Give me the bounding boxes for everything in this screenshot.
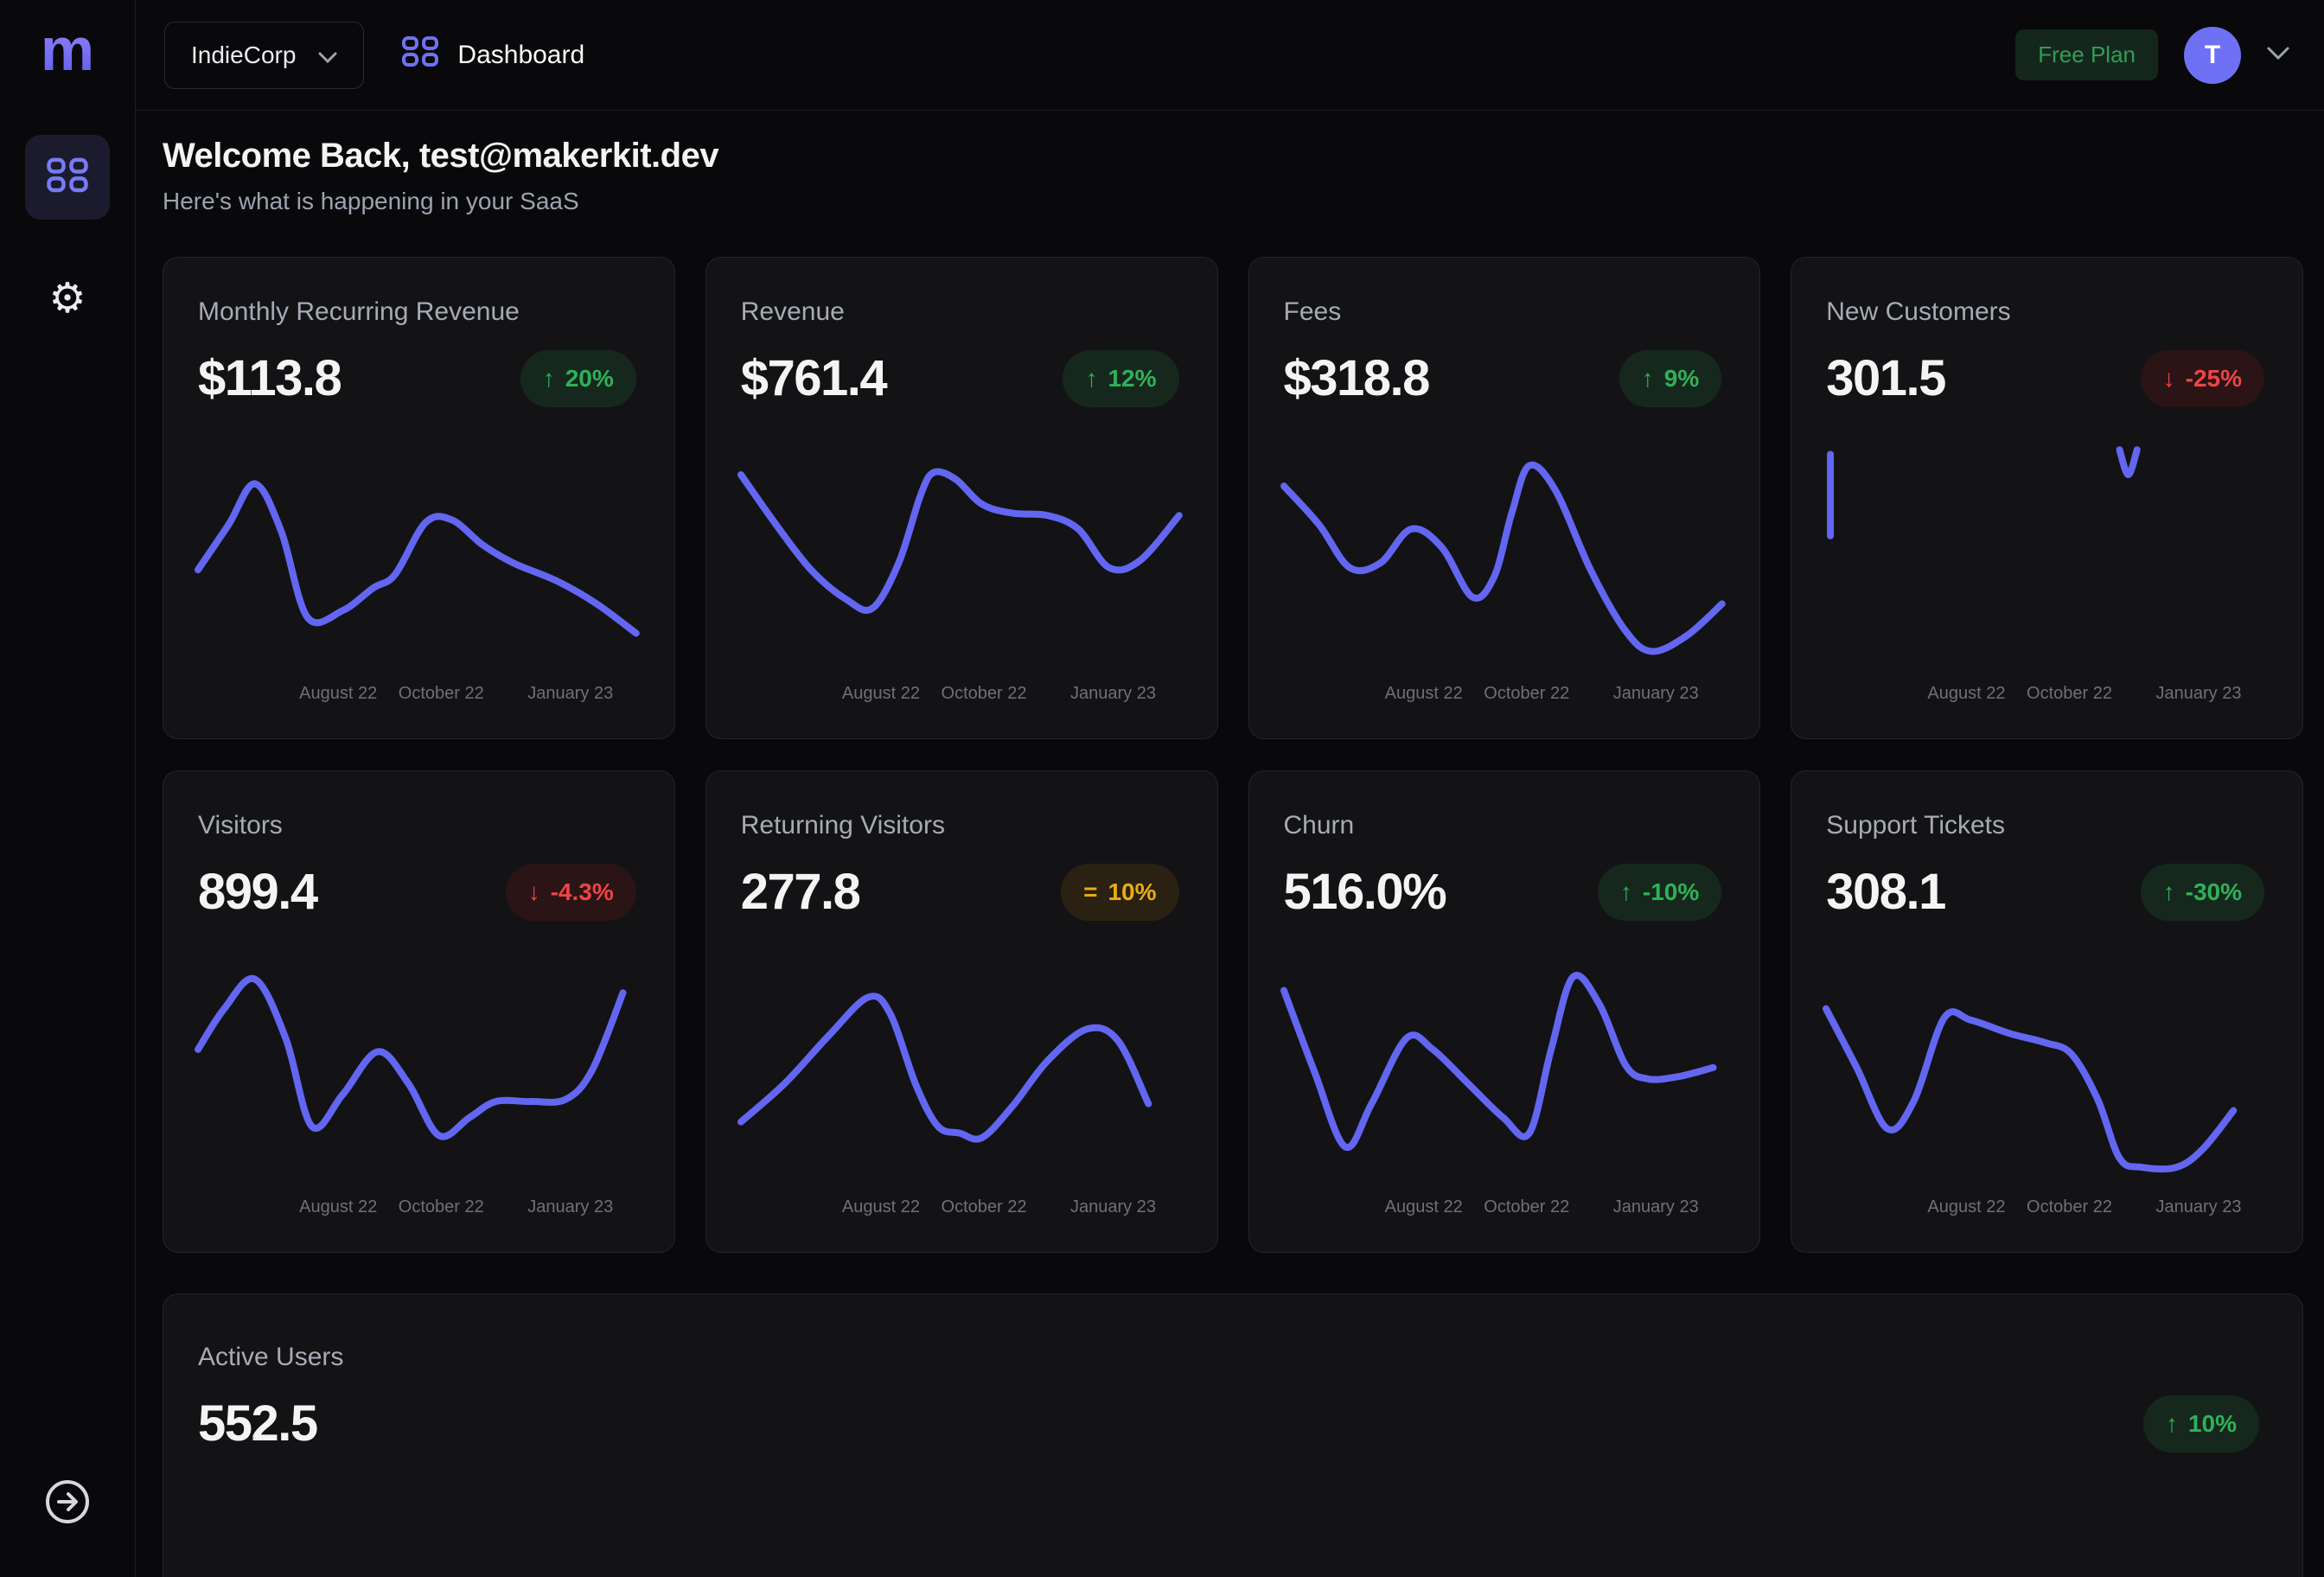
trend-arrow-icon: ↑: [2166, 1410, 2178, 1438]
card-title: Active Users: [198, 1343, 2259, 1372]
trend-badge: ↑ 12%: [1063, 350, 1178, 407]
welcome-subtitle: Here's what is happening in your SaaS: [163, 188, 2303, 215]
topbar: IndieCorp Dashboard Free Plan T: [136, 0, 2324, 111]
metric-card-revenue: Revenue $761.4 ↑ 12% August 22 October 2…: [706, 257, 1218, 739]
org-selector-button[interactable]: IndieCorp: [164, 22, 364, 89]
card-value: $113.8: [198, 349, 341, 407]
active-users-chart: [163, 1498, 2302, 1577]
card-value: 277.8: [741, 863, 860, 921]
card-value: 308.1: [1826, 863, 1945, 921]
breadcrumb-dashboard[interactable]: Dashboard: [400, 32, 584, 79]
trend-value: 9%: [1664, 365, 1699, 393]
x-axis-labels: August 22 October 22 January 23: [1284, 684, 1722, 706]
sparkline-chart: [1826, 959, 2264, 1185]
metric-card-churn: Churn 516.0% ↑ -10% August 22 October 22…: [1248, 770, 1761, 1253]
card-title: Support Tickets: [1826, 811, 2264, 840]
sidebar-item-settings[interactable]: ⚙: [25, 256, 110, 341]
trend-badge: ↓ -4.3%: [506, 864, 636, 921]
card-title: New Customers: [1826, 297, 2264, 327]
trend-value: 20%: [565, 365, 614, 393]
trend-value: 10%: [1108, 878, 1156, 906]
trend-value: -25%: [2186, 365, 2242, 393]
trend-value: -4.3%: [551, 878, 614, 906]
chevron-down-icon: [318, 42, 337, 69]
sparkline-chart: [741, 445, 1179, 672]
arrow-right-circle-icon: [43, 1478, 92, 1530]
app-logo: m: [41, 19, 94, 80]
sidebar-item-dashboard[interactable]: [25, 135, 110, 220]
trend-arrow-icon: ↑: [543, 365, 555, 393]
trend-arrow-icon: ↑: [1085, 365, 1097, 393]
x-axis-labels: August 22 October 22 January 23: [198, 684, 636, 706]
metric-card-mrr: Monthly Recurring Revenue $113.8 ↑ 20% A…: [163, 257, 675, 739]
metric-card-active-users: Active Users 552.5 ↑ 10%: [163, 1293, 2303, 1577]
content-column: IndieCorp Dashboard Free Plan T: [136, 0, 2324, 1577]
gear-icon: ⚙: [48, 274, 86, 322]
x-axis-labels: August 22 October 22 January 23: [1826, 1197, 2264, 1220]
chevron-down-icon[interactable]: [2267, 47, 2289, 64]
x-axis-labels: August 22 October 22 January 23: [1826, 684, 2264, 706]
card-title: Monthly Recurring Revenue: [198, 297, 636, 327]
dashboard-grid-icon: [400, 32, 440, 79]
sparkline-chart: [198, 959, 636, 1185]
trend-value: 10%: [2188, 1410, 2237, 1438]
card-title: Churn: [1284, 811, 1722, 840]
sidebar-expand-button[interactable]: [25, 1461, 110, 1546]
sparkline-chart: [1284, 445, 1722, 672]
sparkline-chart: [1284, 959, 1722, 1185]
dashboard-grid-icon: [45, 153, 90, 202]
metrics-grid-row-1: Monthly Recurring Revenue $113.8 ↑ 20% A…: [163, 257, 2303, 739]
trend-arrow-icon: ↑: [2163, 878, 2175, 906]
trend-value: 12%: [1108, 365, 1156, 393]
metric-card-new-customers: New Customers 301.5 ↓ -25% August 22 Oct…: [1791, 257, 2303, 739]
metric-card-support-tickets: Support Tickets 308.1 ↑ -30% August 22 O…: [1791, 770, 2303, 1253]
trend-badge: ↑ 9%: [1619, 350, 1721, 407]
trend-arrow-icon: ↓: [528, 878, 540, 906]
x-axis-labels: August 22 October 22 January 23: [741, 684, 1179, 706]
trend-badge: = 10%: [1061, 864, 1178, 921]
sparkline-chart: [198, 445, 636, 672]
sidebar: m ⚙: [0, 0, 136, 1577]
trend-arrow-icon: ↑: [1642, 365, 1654, 393]
trend-badge: ↑ 20%: [520, 350, 636, 407]
metric-card-fees: Fees $318.8 ↑ 9% August 22 October 22 Ja…: [1248, 257, 1761, 739]
topbar-right: Free Plan T: [2015, 27, 2289, 84]
welcome-title: Welcome Back, test@makerkit.dev: [163, 137, 2303, 176]
trend-arrow-icon: ↑: [1620, 878, 1632, 906]
card-value: $761.4: [741, 349, 886, 407]
trend-badge: ↓ -25%: [2141, 350, 2264, 407]
page-title: Dashboard: [457, 41, 584, 70]
avatar[interactable]: T: [2184, 27, 2241, 84]
card-title: Returning Visitors: [741, 811, 1179, 840]
card-value: 516.0%: [1284, 863, 1446, 921]
sparkline-chart: [1826, 445, 2264, 672]
card-value: 552.5: [198, 1395, 317, 1452]
trend-value: -30%: [2186, 878, 2242, 906]
trend-flat-icon: =: [1083, 878, 1097, 906]
org-selector-label: IndieCorp: [191, 42, 296, 69]
trend-badge: ↑ 10%: [2143, 1395, 2259, 1452]
trend-arrow-icon: ↓: [2163, 365, 2175, 393]
card-title: Revenue: [741, 297, 1179, 327]
trend-badge: ↑ -10%: [1598, 864, 1721, 921]
x-axis-labels: August 22 October 22 January 23: [1284, 1197, 1722, 1220]
card-title: Visitors: [198, 811, 636, 840]
card-value: 899.4: [198, 863, 317, 921]
metric-card-returning-visitors: Returning Visitors 277.8 = 10% August 22…: [706, 770, 1218, 1253]
card-value: $318.8: [1284, 349, 1429, 407]
metrics-grid-row-2: Visitors 899.4 ↓ -4.3% August 22 October…: [163, 770, 2303, 1253]
x-axis-labels: August 22 October 22 January 23: [741, 1197, 1179, 1220]
plan-badge[interactable]: Free Plan: [2015, 29, 2158, 80]
sparkline-chart: [741, 959, 1179, 1185]
metric-card-visitors: Visitors 899.4 ↓ -4.3% August 22 October…: [163, 770, 675, 1253]
card-title: Fees: [1284, 297, 1722, 327]
x-axis-labels: August 22 October 22 January 23: [198, 1197, 636, 1220]
trend-value: -10%: [1643, 878, 1699, 906]
card-value: 301.5: [1826, 349, 1945, 407]
main-content: Welcome Back, test@makerkit.dev Here's w…: [136, 111, 2324, 1577]
trend-badge: ↑ -30%: [2141, 864, 2264, 921]
